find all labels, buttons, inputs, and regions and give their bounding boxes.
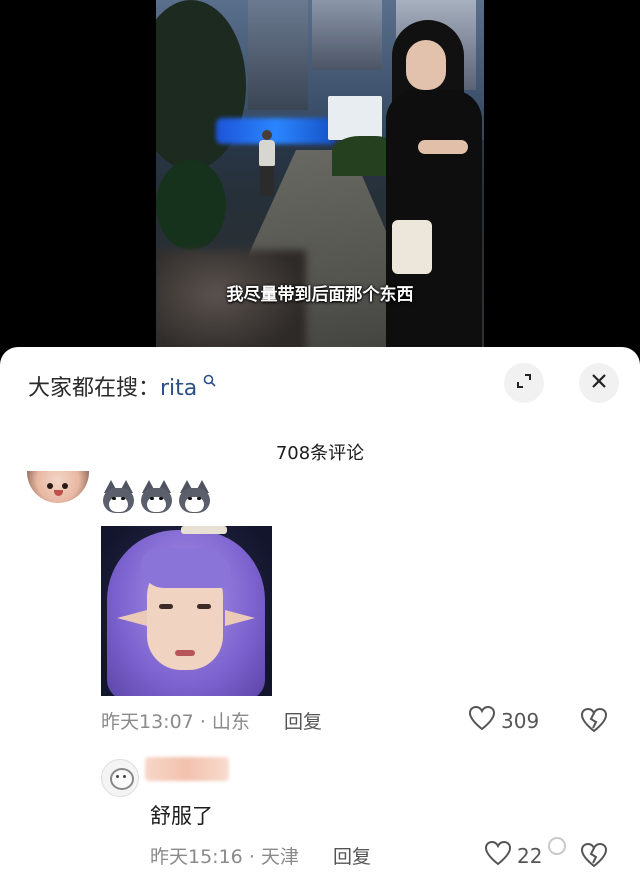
video-pedestrian: [256, 130, 278, 198]
video-building: [248, 0, 308, 110]
comment-location: 山东: [211, 711, 250, 733]
video-building: [312, 0, 382, 70]
comment-image[interactable]: [101, 526, 272, 696]
comment-meta: 昨天13:07 · 山东 回复: [101, 707, 322, 734]
reply-location: 天津: [260, 846, 299, 868]
reply-like-button[interactable]: 22: [484, 840, 542, 871]
watermark: [548, 837, 566, 855]
reply-avatar[interactable]: [101, 759, 139, 797]
broken-heart-icon: [580, 842, 608, 872]
reply-button[interactable]: 回复: [284, 711, 322, 733]
expand-button[interactable]: [504, 363, 544, 403]
like-button[interactable]: 309: [468, 705, 539, 736]
comment-sheet: 大家都在搜：rita 708条评论 昨天13:07 · 山东 回复 309 舒服…: [0, 347, 640, 882]
reply-text: 舒服了: [150, 804, 213, 828]
video-blurred-foreground: [156, 250, 306, 360]
comment-time: 昨天13:07: [101, 711, 194, 733]
video-hedge: [156, 160, 226, 250]
husky-dog-sticker-icon: [101, 480, 136, 514]
search-keyword[interactable]: rita: [160, 376, 197, 401]
search-prefix-label: 大家都在搜：: [28, 376, 161, 401]
video-billboard: [328, 96, 382, 140]
meta-separator: ·: [248, 846, 255, 868]
meta-separator: ·: [199, 711, 206, 733]
like-count: 309: [501, 708, 540, 733]
search-icon: [198, 374, 216, 391]
reply-dislike-button[interactable]: [580, 842, 608, 872]
video-player[interactable]: 我尽量带到后面那个东西: [0, 0, 640, 360]
reply-like-count: 22: [517, 843, 543, 868]
heart-outline-icon: [484, 840, 512, 871]
reply-meta: 昨天15:16 · 天津 回复: [150, 842, 371, 869]
husky-dog-sticker-icon: [177, 480, 212, 514]
trending-search-link[interactable]: 大家都在搜：rita: [28, 370, 216, 402]
husky-dog-sticker-icon: [139, 480, 174, 514]
avatar[interactable]: [27, 471, 89, 503]
comment-count: 708条评论: [275, 443, 365, 464]
comment-emoji-row: [101, 480, 212, 514]
video-woman-figure: [378, 20, 484, 360]
broken-heart-icon: [580, 707, 608, 737]
reply-reply-button[interactable]: 回复: [333, 846, 371, 868]
close-button[interactable]: [579, 363, 619, 403]
dislike-button[interactable]: [580, 707, 608, 737]
expand-icon: [515, 372, 533, 394]
reply-time: 昨天15:16: [150, 846, 243, 868]
reply-username-redacted[interactable]: [145, 757, 229, 781]
watermark-logo-icon: [548, 837, 566, 855]
video-subtitle: 我尽量带到后面那个东西: [226, 285, 414, 305]
video-frame[interactable]: 我尽量带到后面那个东西: [156, 0, 484, 360]
close-icon: [591, 373, 607, 393]
heart-outline-icon: [468, 705, 496, 736]
